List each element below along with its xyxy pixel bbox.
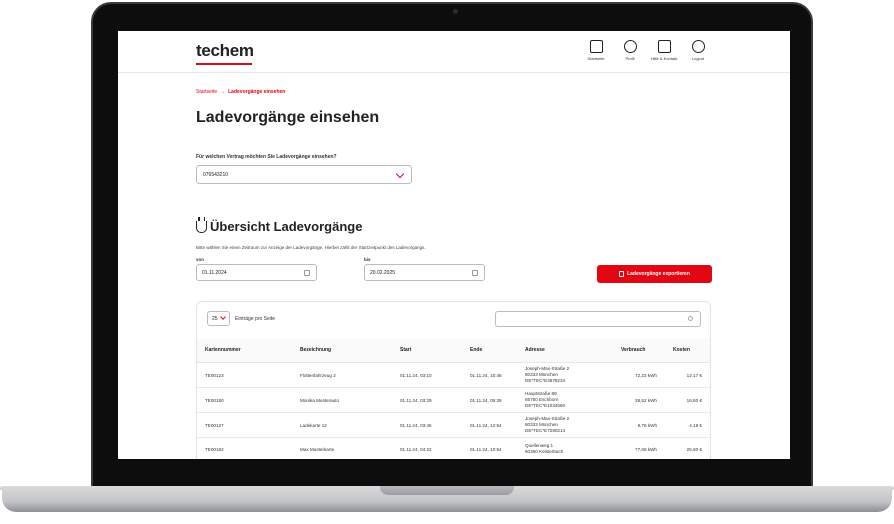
cell-address: Hauptstraße 89 65760 Eschborn DE*TEC*E10… <box>517 387 613 413</box>
cell-end: 01.11.24, 10:46 <box>462 362 517 388</box>
plug-icon <box>196 217 207 233</box>
user-icon <box>623 40 637 53</box>
nav-label: Logout <box>691 56 705 61</box>
table-row[interactable]: TE00127 Ladekarte 12 01.11.24, 03:46 01.… <box>197 412 710 438</box>
from-date-field[interactable]: 01.11.2024 <box>196 264 317 281</box>
cell-usage: 72,23 kWh <box>613 362 665 388</box>
contract-select-value: 076543210 <box>203 172 229 178</box>
address-line: DE*TEC*E7290214 <box>525 428 566 433</box>
cell-end: 01.11.24, 12:54 <box>462 412 517 438</box>
search-input[interactable] <box>495 311 701 327</box>
per-page-value: 25 <box>212 316 218 322</box>
nav-label: Hilfe & Kontakt <box>650 56 678 61</box>
cell-cost: 16,80 € <box>665 387 710 413</box>
cell-cost: 12,17 € <box>665 362 710 388</box>
per-page-select[interactable]: 25 <box>207 311 230 326</box>
table-row[interactable]: TE00123 Flottenfahrzeug 2 01.11.24, 03:1… <box>197 362 710 388</box>
power-icon <box>691 40 705 53</box>
overview-title: Übersicht Ladevorgänge <box>210 219 363 234</box>
cell-card: TE00127 <box>197 412 292 438</box>
camera-icon <box>453 9 458 14</box>
logo-underline <box>196 63 252 65</box>
chevron-down-icon <box>395 169 405 179</box>
logo[interactable]: techem <box>196 41 254 61</box>
to-date-field[interactable]: 20.02.2025 <box>364 264 485 281</box>
cell-address: Quellenweg 1 60360 Kelsterbach <box>517 437 613 459</box>
nav-startseite[interactable]: Startseite <box>584 40 608 61</box>
cell-start: 01.11.24, 04:22 <box>392 437 462 459</box>
column-header[interactable]: Adresse <box>517 338 613 363</box>
column-header[interactable]: Verbrauch <box>613 338 665 363</box>
breadcrumb: Startseite → Ladevorgänge einsehen <box>196 89 285 95</box>
from-label: von <box>196 257 205 262</box>
table-row[interactable]: TE00180 Monika Musterauto 01.11.24, 03:2… <box>197 387 710 413</box>
calendar-icon[interactable] <box>304 270 310 276</box>
cell-start: 01.11.24, 03:46 <box>392 412 462 438</box>
cell-address: Joseph-Max-Straße 2 80333 München DE*TEC… <box>517 412 613 438</box>
chevron-down-icon <box>220 314 226 320</box>
address-line: DE*TEC*E1034560 <box>525 403 566 408</box>
charging-table: Kartennummer Bezeichnung Start Ende Adre… <box>197 338 710 459</box>
nav-hilfe[interactable]: Hilfe & Kontakt <box>650 40 678 61</box>
cell-name: Monika Musterauto <box>292 387 392 413</box>
cell-card: TE00180 <box>197 387 292 413</box>
nav-label: Profil <box>625 56 635 61</box>
screen: techem Startseite Profil Hilfe & Kontakt… <box>118 31 790 459</box>
breadcrumb-home[interactable]: Startseite <box>196 89 217 95</box>
overview-hint: Bitte wählen Sie einen Zeitraum zur Anze… <box>196 245 426 250</box>
cell-cost: 4,18 € <box>665 412 710 438</box>
address-line: DE*TEC*E3678234 <box>525 378 566 383</box>
cell-usage: 9,76 kWh <box>613 412 665 438</box>
main-nav: Startseite Profil Hilfe & Kontakt Logout <box>584 40 710 61</box>
column-header[interactable]: Start <box>392 338 462 363</box>
from-date-value: 01.11.2024 <box>202 270 227 276</box>
per-page-label: Einträge pro Seite <box>235 316 276 322</box>
contract-label: Für welchen Vertrag möchten Sie Ladevorg… <box>196 154 337 160</box>
breadcrumb-separator: → <box>220 89 226 95</box>
cell-address: Joseph-Max-Straße 2 80333 München DE*TEC… <box>517 362 613 388</box>
search-icon <box>688 316 693 321</box>
nav-logout[interactable]: Logout <box>686 40 710 61</box>
cell-name: Max Musterkarte <box>292 437 392 459</box>
calendar-icon[interactable] <box>472 270 478 276</box>
column-header[interactable]: Kartennummer <box>197 338 292 363</box>
cell-end: 01.11.24, 05:39 <box>462 387 517 413</box>
cell-start: 01.11.24, 03:29 <box>392 387 462 413</box>
column-header[interactable]: Kosten <box>665 338 710 363</box>
cell-card: TE00123 <box>197 362 292 388</box>
home-icon <box>589 40 603 53</box>
cell-card: TE00182 <box>197 437 292 459</box>
cell-start: 01.11.24, 03:10 <box>392 362 462 388</box>
page-title: Ladevorgänge einsehen <box>196 109 380 126</box>
table-row[interactable]: TE00182 Max Musterkarte 01.11.24, 04:22 … <box>197 437 710 459</box>
export-icon <box>619 271 625 277</box>
column-header[interactable]: Bezeichnung <box>292 338 392 363</box>
cell-name: Flottenfahrzeug 2 <box>292 362 392 388</box>
breadcrumb-current: Ladevorgänge einsehen <box>228 89 286 95</box>
laptop-notch <box>380 486 514 495</box>
nav-label: Startseite <box>587 56 605 61</box>
nav-profil[interactable]: Profil <box>618 40 642 61</box>
cell-usage: 38,52 kWh <box>613 387 665 413</box>
contract-select[interactable]: 076543210 <box>196 165 412 184</box>
charging-table-card: 25 Einträge pro Seite Kartennummer Bezei… <box>196 301 711 459</box>
cell-cost: 25,90 € <box>665 437 710 459</box>
export-button-label: Ladevorgänge exportieren <box>627 271 690 277</box>
top-bar: techem Startseite Profil Hilfe & Kontakt… <box>118 31 790 73</box>
column-header[interactable]: Ende <box>462 338 517 363</box>
chat-icon <box>657 40 671 53</box>
address-line: 60360 Kelsterbach <box>525 449 564 454</box>
export-button[interactable]: Ladevorgänge exportieren <box>597 265 712 283</box>
cell-end: 01.11.24, 10:54 <box>462 437 517 459</box>
table-header-row: Kartennummer Bezeichnung Start Ende Adre… <box>197 338 710 363</box>
cell-usage: 77,68 kWh <box>613 437 665 459</box>
to-label: bis <box>364 257 371 262</box>
cell-name: Ladekarte 12 <box>292 412 392 438</box>
to-date-value: 20.02.2025 <box>370 270 396 276</box>
